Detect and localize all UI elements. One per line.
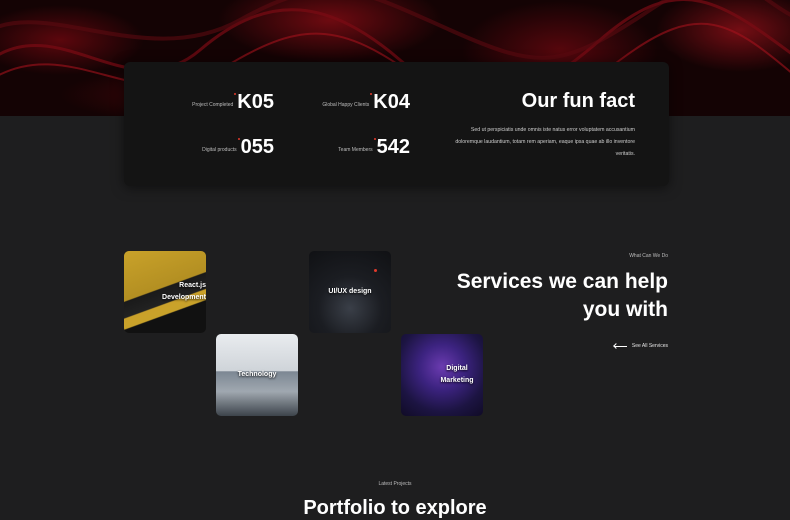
services-title: Services we can help you with (456, 270, 668, 321)
see-all-services-link[interactable]: See All Services (613, 343, 668, 349)
service-tile-label: UI/UX design (328, 288, 372, 295)
stat-label: Global Happy Clients (322, 102, 370, 108)
stat-label: Project Completed (192, 102, 234, 108)
services-eyebrow: What Can We Do (629, 253, 668, 259)
stat-label: Digital products (202, 147, 237, 153)
stat-project-completed: Project Completed K05 (124, 92, 274, 112)
service-tile-label: Digital Marketing (440, 365, 474, 384)
stat-team-members: Team Members 542 (260, 137, 410, 157)
portfolio-eyebrow: Latest Projects (378, 481, 412, 487)
see-all-label: See All Services (631, 343, 668, 349)
service-tile-react[interactable]: React.js Development (124, 251, 206, 333)
stat-value: K04 (370, 91, 410, 113)
arrow-left-icon (613, 345, 627, 347)
service-tile-technology[interactable]: Technology (216, 334, 298, 416)
portfolio-title: Portfolio to explore (303, 497, 487, 519)
fun-fact-description: Sed ut perspiciatis unde omnis iste natu… (455, 127, 635, 157)
fun-fact-card: Project Completed K05 Global Happy Clien… (124, 62, 669, 186)
stat-value: 542 (373, 136, 410, 158)
service-tile-digital-marketing[interactable]: Digital Marketing (401, 334, 483, 416)
service-tile-label: Technology (237, 371, 277, 378)
stat-happy-clients: Global Happy Clients K04 (260, 92, 410, 112)
stat-digital-products: Digital products 055 (124, 137, 274, 157)
service-tile-uiux[interactable]: UI/UX design (309, 251, 391, 333)
fun-fact-title: Our fun fact (521, 90, 635, 112)
service-tile-label: React.js Development (162, 282, 206, 301)
stat-label: Team Members (338, 147, 373, 153)
